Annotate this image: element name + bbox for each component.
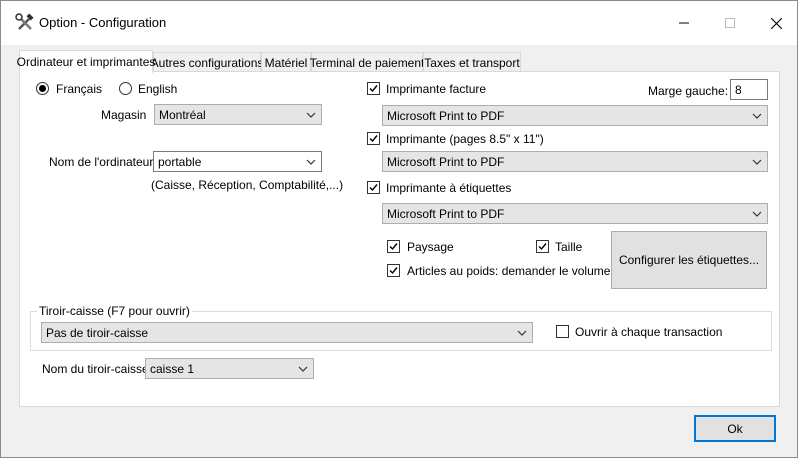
chevron-down-icon xyxy=(298,366,308,372)
title-bar: Option - Configuration xyxy=(1,1,797,45)
chevron-down-icon xyxy=(752,159,762,165)
size-checkbox[interactable] xyxy=(536,240,549,253)
invoice-printer-label[interactable]: Imprimante facture xyxy=(386,82,486,96)
drawer-name-label: Nom du tiroir-caisse xyxy=(42,362,149,376)
window-title: Option - Configuration xyxy=(39,15,167,30)
configure-labels-button[interactable]: Configurer les étiquettes... xyxy=(611,231,767,289)
check-icon xyxy=(369,135,378,143)
store-value: Montréal xyxy=(159,108,206,122)
cash-drawer-legend: Tiroir-caisse (F7 pour ouvrir) xyxy=(37,304,192,318)
label-printer-value: Microsoft Print to PDF xyxy=(387,207,505,221)
page-printer-value: Microsoft Print to PDF xyxy=(387,155,505,169)
invoice-printer-checkbox[interactable] xyxy=(367,82,380,95)
check-icon xyxy=(389,243,398,251)
computer-name-hint: (Caisse, Réception, Comptabilité,...) xyxy=(151,178,344,192)
cash-drawer-select[interactable]: Pas de tiroir-caisse xyxy=(41,322,533,343)
chevron-down-icon xyxy=(306,159,316,165)
page-printer-select[interactable]: Microsoft Print to PDF xyxy=(382,151,768,172)
computer-name-value: portable xyxy=(158,155,202,169)
size-label[interactable]: Taille xyxy=(555,240,582,254)
configure-labels-label: Configurer les étiquettes... xyxy=(618,253,760,267)
open-each-transaction-label[interactable]: Ouvrir à chaque transaction xyxy=(575,325,722,339)
tab-panel: Français English Magasin Montréal Nom de… xyxy=(19,71,780,407)
computer-name-combobox[interactable]: portable xyxy=(153,151,322,172)
invoice-printer-value: Microsoft Print to PDF xyxy=(387,109,505,123)
store-select[interactable]: Montréal xyxy=(154,104,322,125)
check-icon xyxy=(538,243,547,251)
close-button[interactable] xyxy=(753,7,798,39)
store-label: Magasin xyxy=(101,108,147,122)
tab-label: Autres configurations xyxy=(150,55,264,70)
page-printer-checkbox[interactable] xyxy=(367,132,380,145)
cash-drawer-group: Tiroir-caisse (F7 pour ouvrir) Pas de ti… xyxy=(30,304,772,351)
landscape-checkbox[interactable] xyxy=(387,240,400,253)
chevron-down-icon xyxy=(306,112,316,118)
tab-label: Taxes et transport xyxy=(424,55,520,70)
radio-english[interactable] xyxy=(119,82,132,95)
page-printer-label[interactable]: Imprimante (pages 8.5" x 11") xyxy=(386,132,544,146)
tab-ordinateur-imprimantes[interactable]: Ordinateur et imprimantes xyxy=(16,50,156,73)
configuration-window: Option - Configuration Ordinateur et imp… xyxy=(0,0,798,458)
landscape-label[interactable]: Paysage xyxy=(407,240,454,254)
tab-materiel[interactable]: Matériel xyxy=(261,52,311,72)
ok-button[interactable]: Ok xyxy=(694,415,776,442)
computer-name-label: Nom de l'ordinateur xyxy=(49,155,154,169)
weight-items-label[interactable]: Articles au poids: demander le volume xyxy=(407,264,610,278)
tab-label: Matériel xyxy=(264,55,308,70)
tab-taxes-transport[interactable]: Taxes et transport xyxy=(423,52,521,72)
drawer-name-select[interactable]: caisse 1 xyxy=(145,358,314,379)
minimize-button[interactable] xyxy=(661,7,707,39)
tab-terminal-paiement[interactable]: Terminal de paiement xyxy=(309,52,425,72)
maximize-button[interactable] xyxy=(707,7,753,39)
label-printer-label[interactable]: Imprimante à étiquettes xyxy=(386,181,511,195)
minimize-icon xyxy=(679,22,689,24)
left-margin-field[interactable] xyxy=(731,80,767,99)
maximize-icon xyxy=(725,18,735,28)
label-printer-select[interactable]: Microsoft Print to PDF xyxy=(382,203,768,224)
radio-english-label[interactable]: English xyxy=(138,82,177,96)
tab-autres-configurations[interactable]: Autres configurations xyxy=(150,52,264,72)
radio-francais-label[interactable]: Français xyxy=(56,82,102,96)
close-icon xyxy=(770,17,782,29)
tab-label: Terminal de paiement xyxy=(309,55,425,70)
cash-drawer-value: Pas de tiroir-caisse xyxy=(46,326,149,340)
left-margin-label: Marge gauche: xyxy=(648,84,729,98)
chevron-down-icon xyxy=(752,113,762,119)
radio-francais[interactable] xyxy=(36,82,49,95)
check-icon xyxy=(369,184,378,192)
check-icon xyxy=(369,85,378,93)
left-margin-input[interactable] xyxy=(730,79,768,100)
invoice-printer-select[interactable]: Microsoft Print to PDF xyxy=(382,105,768,126)
tools-icon xyxy=(15,13,34,30)
chevron-down-icon xyxy=(517,330,527,336)
chevron-down-icon xyxy=(752,211,762,217)
check-icon xyxy=(389,267,398,275)
open-each-transaction-checkbox[interactable] xyxy=(556,325,569,338)
label-printer-checkbox[interactable] xyxy=(367,181,380,194)
ok-label: Ok xyxy=(727,421,743,436)
weight-items-checkbox[interactable] xyxy=(387,264,400,277)
drawer-name-value: caisse 1 xyxy=(150,362,195,376)
tab-label: Ordinateur et imprimantes xyxy=(16,55,156,69)
